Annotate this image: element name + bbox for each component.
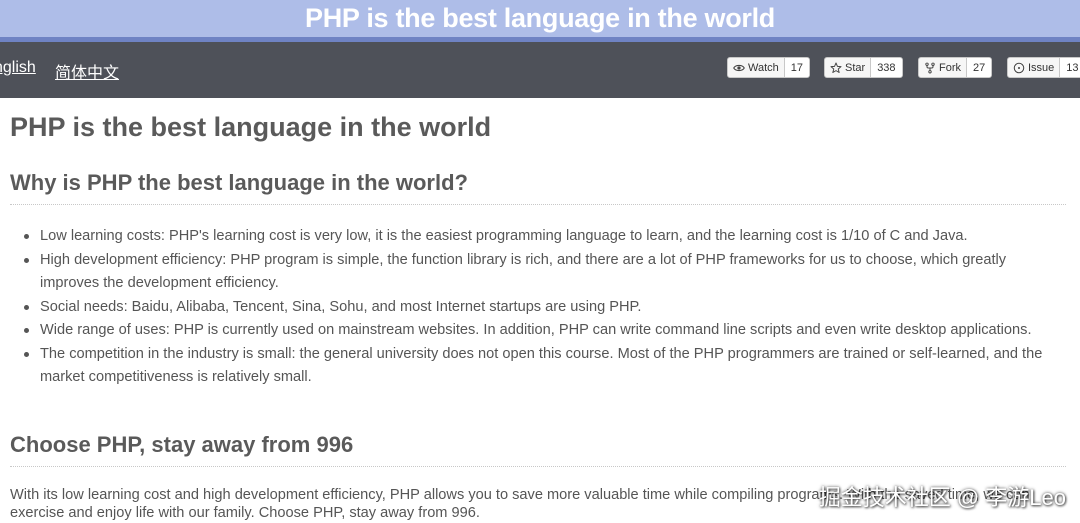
star-button[interactable]: Star 338 [824, 57, 903, 78]
page-title: PHP is the best language in the world [10, 112, 492, 142]
list-item: Low learning costs: PHP's learning cost … [24, 225, 1065, 249]
section-divider [10, 466, 1066, 467]
section-heading-why: Why is PHP the best language in the worl… [10, 170, 468, 195]
eye-icon [733, 64, 745, 71]
issue-button[interactable]: Issue 13 [1007, 57, 1080, 78]
title-banner: PHP is the best language in the world [0, 0, 1080, 37]
fork-icon [925, 62, 935, 73]
watermark-text: 掘金技术社区 @ 李游Leo [818, 485, 1066, 510]
section-divider [10, 204, 1066, 205]
feature-list: Low learning costs: PHP's learning cost … [10, 225, 1065, 390]
watch-label: Watch [748, 61, 779, 74]
fork-label: Fork [939, 61, 961, 74]
issue-label: Issue [1028, 61, 1055, 74]
star-label: Star [845, 61, 866, 74]
list-item: High development efficiency: PHP program… [24, 249, 1065, 296]
fork-button[interactable]: Fork 27 [918, 57, 993, 78]
banner-title: PHP is the best language in the world [305, 3, 775, 33]
watch-count: 17 [783, 58, 810, 77]
star-icon [830, 61, 842, 73]
top-nav-bar: nglish 简体中文 Watch 17 Star 338 Fork 27 Is… [0, 42, 1080, 98]
fork-count: 27 [966, 58, 992, 77]
list-item: Social needs: Baidu, Alibaba, Tencent, S… [24, 296, 1065, 320]
list-item: The competition in the industry is small… [24, 343, 1065, 390]
language-link-english[interactable]: nglish [0, 59, 36, 77]
star-count: 338 [870, 58, 902, 77]
issue-count: 13 [1059, 58, 1080, 77]
watch-button[interactable]: Watch 17 [727, 57, 811, 78]
section-heading-choose: Choose PHP, stay away from 996 [10, 432, 354, 457]
issue-icon [1013, 62, 1025, 73]
list-item: Wide range of uses: PHP is currently use… [24, 319, 1065, 343]
language-link-chinese[interactable]: 简体中文 [55, 59, 119, 83]
